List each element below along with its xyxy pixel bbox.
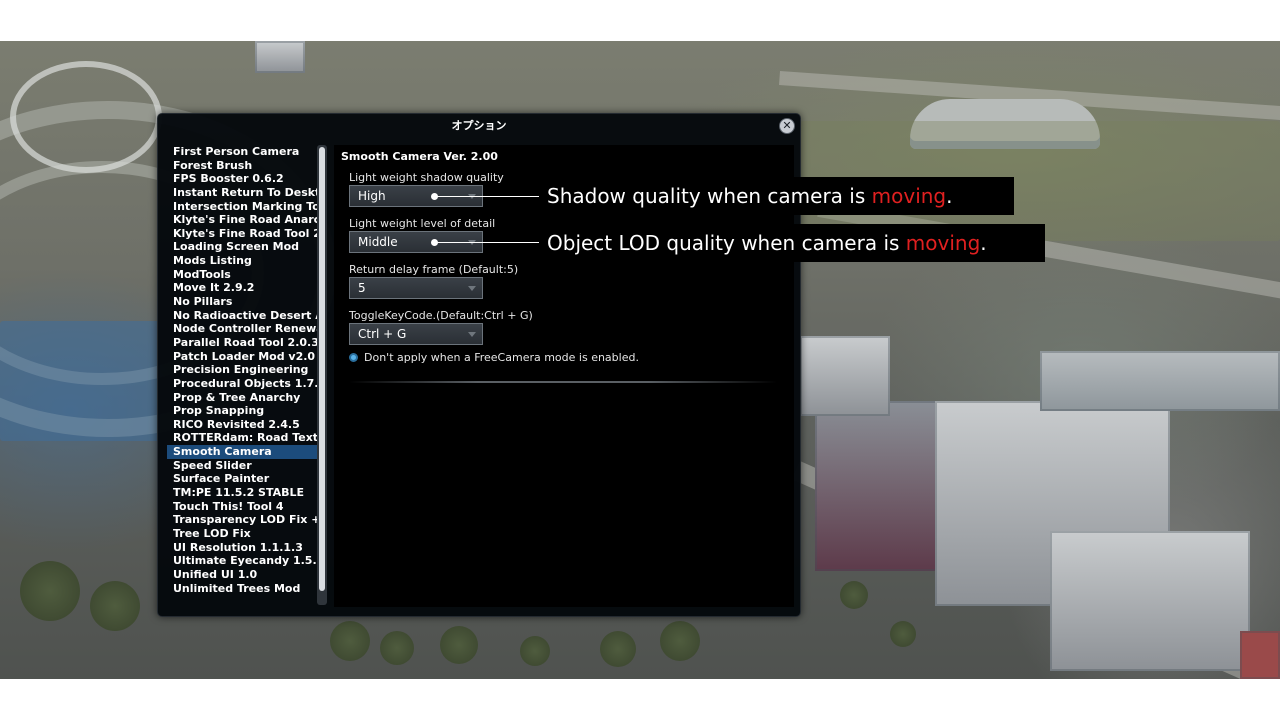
window-title: オプション [451, 119, 507, 132]
delay-dropdown[interactable]: 5 [349, 277, 483, 299]
callout-text: Object LOD quality when camera is [547, 231, 906, 255]
mod-list-item[interactable]: Move It 2.9.2 [167, 281, 317, 295]
building [1050, 531, 1250, 671]
tree [380, 631, 414, 665]
togglekey-label: ToggleKeyCode.(Default:Ctrl + G) [349, 309, 533, 322]
mod-list-item[interactable]: No Pillars [167, 295, 317, 309]
tree [440, 626, 478, 664]
freecamera-label: Don't apply when a FreeCamera mode is en… [364, 350, 639, 364]
mod-list-item[interactable]: Unified UI 1.0 [167, 568, 317, 582]
mod-list-item[interactable]: First Person Camera [167, 145, 317, 159]
callout-line [434, 242, 540, 243]
tree [660, 621, 700, 661]
callout-line [434, 196, 540, 197]
divider [349, 381, 777, 383]
freecamera-option[interactable]: Don't apply when a FreeCamera mode is en… [349, 350, 639, 364]
shadow-quality-label: Light weight shadow quality [349, 171, 504, 184]
tree [840, 581, 868, 609]
mod-list-item[interactable]: Prop & Tree Anarchy [167, 391, 317, 405]
shadow-callout: Shadow quality when camera is moving. [539, 177, 1014, 215]
water-area [0, 321, 160, 441]
mod-list-item[interactable]: Smooth Camera [167, 445, 317, 459]
mod-list-item[interactable]: Node Controller Renewal 3 [167, 322, 317, 336]
mod-list-item[interactable]: Prop Snapping [167, 404, 317, 418]
tree [600, 631, 636, 667]
building [255, 41, 305, 73]
callout-highlight: moving [871, 184, 947, 208]
mod-list-item[interactable]: Speed Slider [167, 459, 317, 473]
chevron-down-icon [468, 286, 476, 291]
callout-suffix: . [946, 184, 953, 208]
togglekey-dropdown[interactable]: Ctrl + G [349, 323, 483, 345]
mod-list-item[interactable]: ROTTERdam: Road Texture [167, 431, 317, 445]
bridge-arch [10, 61, 162, 173]
close-icon[interactable]: ✕ [779, 118, 795, 134]
dropdown-value: High [358, 189, 386, 203]
mod-list-item[interactable]: ModTools [167, 268, 317, 282]
scrollbar-thumb[interactable] [319, 147, 325, 591]
callout-suffix: . [980, 231, 987, 255]
mod-list-item[interactable]: UI Resolution 1.1.1.3 [167, 541, 317, 555]
mod-list-item[interactable]: Instant Return To Desktop [167, 186, 317, 200]
building [815, 401, 945, 571]
mod-list-item[interactable]: RICO Revisited 2.4.5 [167, 418, 317, 432]
tree [890, 621, 916, 647]
mod-list-item[interactable]: Loading Screen Mod [167, 240, 317, 254]
mod-list-item[interactable]: Mods Listing [167, 254, 317, 268]
mod-list-item[interactable]: Touch This! Tool 4 [167, 500, 317, 514]
building [1240, 631, 1280, 679]
tree [90, 581, 140, 631]
dropdown-value: 5 [358, 281, 366, 295]
mod-list-item[interactable]: Ultimate Eyecandy 1.5.2 [167, 554, 317, 568]
dropdown-value: Ctrl + G [358, 327, 407, 341]
callout-highlight: moving [905, 231, 981, 255]
tree [330, 621, 370, 661]
mod-list: First Person Camera Forest Brush FPS Boost… [167, 145, 317, 605]
mod-list-item[interactable]: Transparency LOD Fix + Cl [167, 513, 317, 527]
mod-list-item[interactable]: Patch Loader Mod v2.0 [167, 350, 317, 364]
mod-list-scrollbar[interactable] [317, 145, 327, 605]
mod-list-item[interactable]: FPS Booster 0.6.2 [167, 172, 317, 186]
lod-callout: Object LOD quality when camera is moving… [539, 224, 1045, 262]
checkbox-on-icon[interactable] [349, 352, 358, 362]
mod-list-item[interactable]: Forest Brush [167, 159, 317, 173]
building [800, 336, 890, 416]
tree [520, 636, 550, 666]
dropdown-value: Middle [358, 235, 398, 249]
mod-list-item[interactable]: Klyte's Fine Road Tool 2.0. [167, 227, 317, 241]
mod-list-item[interactable]: Unlimited Trees Mod [167, 582, 317, 596]
mod-list-item[interactable]: No Radioactive Desert And [167, 309, 317, 323]
mod-list-item[interactable]: Precision Engineering [167, 363, 317, 377]
mod-list-item[interactable]: TM:PE 11.5.2 STABLE [167, 486, 317, 500]
mod-list-item[interactable]: Parallel Road Tool 2.0.3 [167, 336, 317, 350]
lod-label: Light weight level of detail [349, 217, 496, 230]
mod-list-item[interactable]: Intersection Marking Tool [167, 200, 317, 214]
mod-list-item[interactable]: Tree LOD Fix [167, 527, 317, 541]
building [1040, 351, 1280, 411]
mod-list-item[interactable]: Procedural Objects 1.7.2 [167, 377, 317, 391]
delay-label: Return delay frame (Default:5) [349, 263, 519, 276]
mod-list-item[interactable]: Surface Painter [167, 472, 317, 486]
chevron-down-icon [468, 332, 476, 337]
section-title: Smooth Camera Ver. 2.00 [341, 150, 498, 163]
mod-list-item[interactable]: Klyte's Fine Road Anarchy [167, 213, 317, 227]
tree [20, 561, 80, 621]
callout-text: Shadow quality when camera is [547, 184, 872, 208]
